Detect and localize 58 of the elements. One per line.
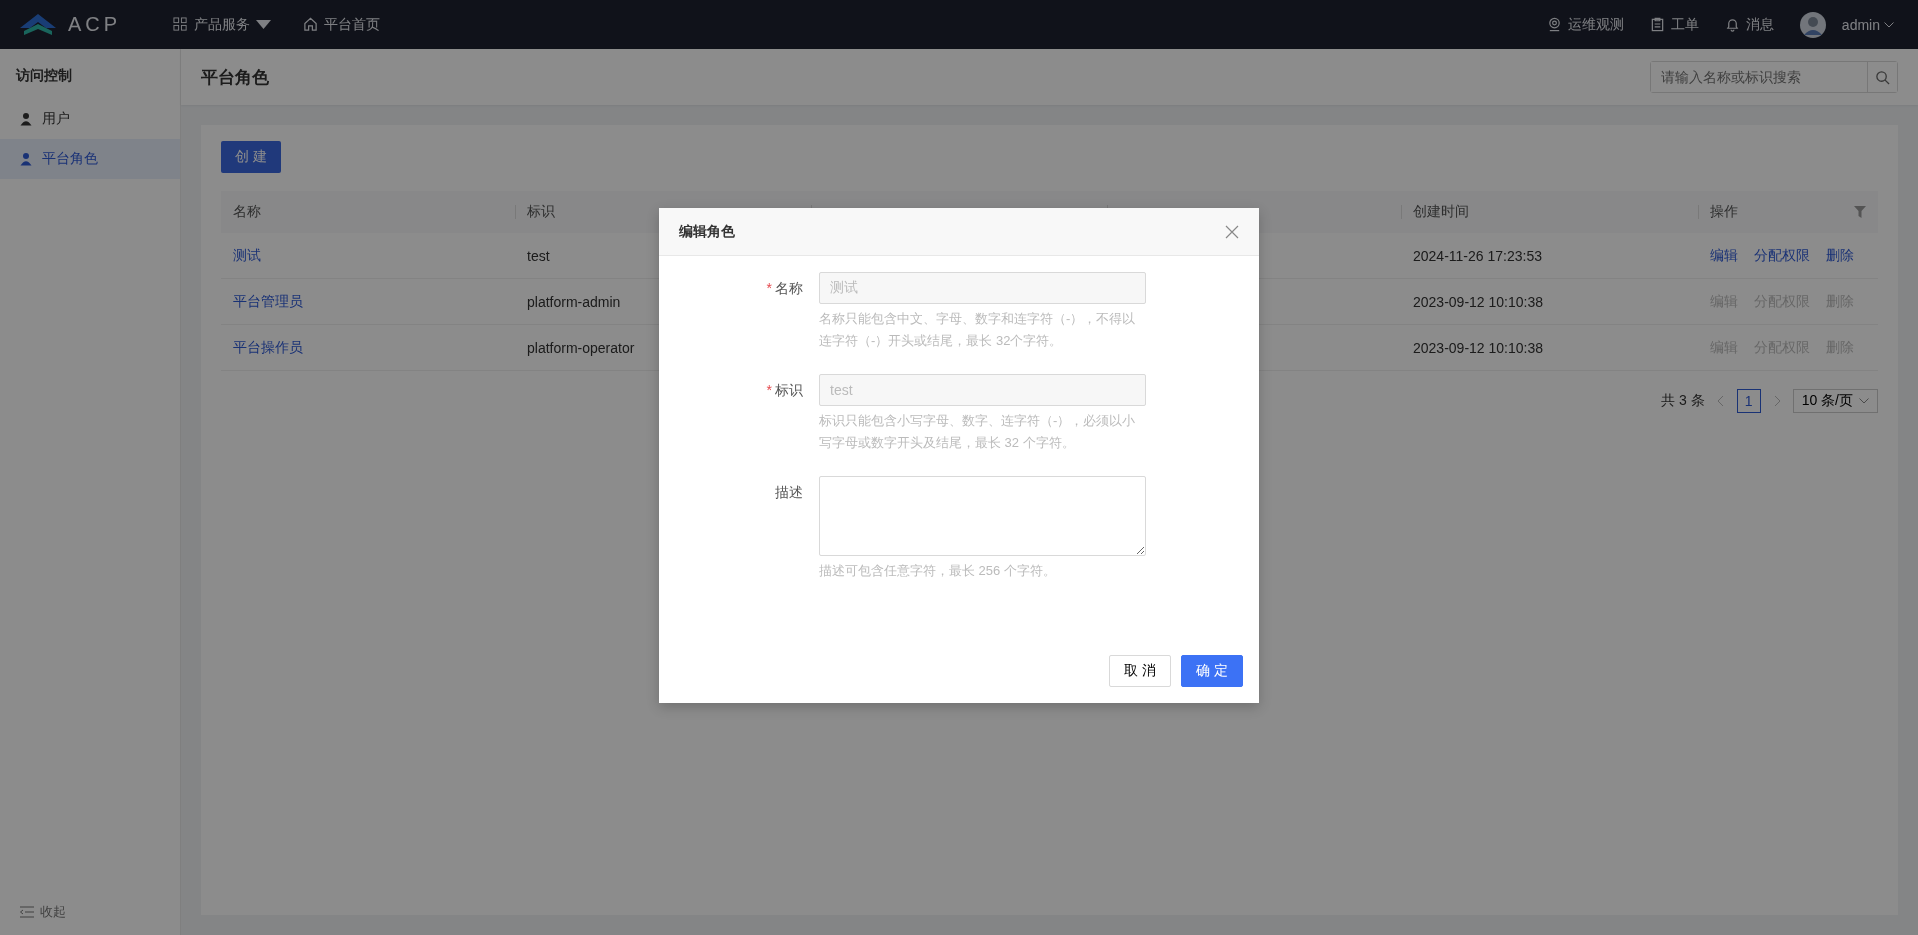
field-label: 描述 [774,483,803,502]
close-button[interactable] [1225,224,1239,239]
chevron-down-icon [1859,398,1869,404]
table-cell: platform-operator [527,339,635,356]
confirm-button[interactable]: 确 定 [1181,655,1243,687]
bell-icon [1724,17,1740,32]
table-cell: 2024-11-26 17:23:53 [1413,247,1542,264]
table-cell: 2023-09-12 10:10:38 [1413,293,1543,310]
table-cell: platform-admin [527,293,621,310]
logo-text: ACP [68,13,122,36]
search-button[interactable] [1867,62,1897,92]
dialog-title: 编辑角色 [679,222,736,241]
action-link[interactable]: 删除 [1826,246,1854,265]
menu-icon [20,906,34,918]
column-header: 操作 [1710,203,1738,221]
sidebar-item[interactable]: 平台角色 [0,139,180,179]
chevron-down-icon [1884,21,1894,28]
table-cell: test [527,247,550,264]
field-hint: 描述可包含任意字符，最长 256 个字符。 [819,562,1057,580]
field-hint: 标识只能包含小写字母、数字、连字符（-），必须以小写字母或数字开头及结尾，最长 32 个字符。 [819,412,1137,452]
action-link[interactable]: 分配权限 [1754,246,1810,265]
clipboard-icon [1649,17,1665,32]
close-icon [1225,224,1239,239]
sidebar-item[interactable]: 用户 [0,99,180,139]
field-label: * 名称 [765,279,803,298]
nav-item[interactable]: 产品服务 [173,15,272,34]
cancel-button[interactable]: 取 消 [1109,655,1172,687]
sidebar-title: 访问控制 [14,66,73,85]
field-hint: 名称只能包含中文、字母、数字和连字符（-），不得以连字符（-）开头或结尾，最长 32个字符。 [819,310,1137,350]
column-header: 名称 [233,203,261,219]
page-title: 平台角色 [201,66,270,89]
user-icon [20,112,34,126]
page-button[interactable]: 1 [1736,389,1761,413]
caret-icon [256,17,272,32]
total-count: 共 3 条 [1661,392,1705,410]
avatar[interactable] [1799,11,1826,38]
header-action[interactable]: 工单 [1649,15,1699,34]
filter-icon[interactable] [1854,206,1866,218]
header-action[interactable]: 运维观测 [1546,15,1624,34]
user-icon [20,152,34,166]
logo-icon [18,13,58,36]
field-label: * 标识 [765,381,803,400]
role-link[interactable]: 测试 [233,246,261,265]
header-action[interactable]: 消息 [1724,15,1774,34]
description-field[interactable] [819,476,1146,556]
collapse-button[interactable]: 收起 [0,903,180,935]
column-header: 标识 [527,203,555,219]
search-field[interactable]: 请输入名称或标识搜索 [1650,61,1898,93]
create-button[interactable]: 创 建 [221,141,281,173]
table-cell: 2023-09-12 10:10:38 [1413,339,1543,356]
home-icon [303,17,319,32]
grid-icon [173,17,189,32]
page-size-select[interactable]: 10 条/页 [1792,389,1878,413]
nav-item[interactable]: 平台首页 [303,15,381,34]
search-icon [1875,69,1890,85]
column-header: 创建时间 [1413,203,1469,219]
user-menu[interactable]: admin [1841,16,1894,33]
action-link[interactable]: 编辑 [1710,246,1738,265]
